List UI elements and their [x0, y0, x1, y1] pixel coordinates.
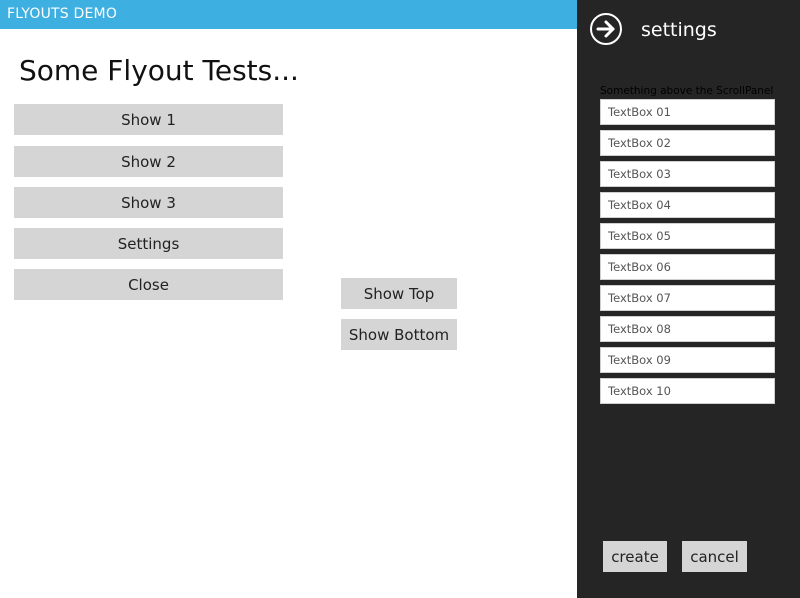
- textbox-10[interactable]: TextBox 10: [600, 378, 775, 404]
- textbox-09[interactable]: TextBox 09: [600, 347, 775, 373]
- show-bottom-button[interactable]: Show Bottom: [341, 319, 457, 350]
- cancel-button[interactable]: cancel: [682, 541, 747, 572]
- close-button[interactable]: Close: [14, 269, 283, 300]
- scroll-panel-caption: Something above the ScrollPanel: [600, 85, 774, 97]
- textbox-06[interactable]: TextBox 06: [600, 254, 775, 280]
- textbox-05[interactable]: TextBox 05: [600, 223, 775, 249]
- textbox-07[interactable]: TextBox 07: [600, 285, 775, 311]
- textbox-01[interactable]: TextBox 01: [600, 99, 775, 125]
- arrow-right-circle-icon: [596, 20, 615, 38]
- show-1-button[interactable]: Show 1: [14, 104, 283, 135]
- flyout-back-button[interactable]: [590, 13, 622, 45]
- textbox-03[interactable]: TextBox 03: [600, 161, 775, 187]
- show-top-button[interactable]: Show Top: [341, 278, 457, 309]
- textbox-08[interactable]: TextBox 08: [600, 316, 775, 342]
- settings-button[interactable]: Settings: [14, 228, 283, 259]
- app-window: FLYOUTS DEMO Some Flyout Tests... Show 1…: [0, 0, 800, 598]
- show-2-button[interactable]: Show 2: [14, 146, 283, 177]
- flyout-title: settings: [641, 19, 717, 41]
- create-button[interactable]: create: [603, 541, 667, 572]
- textbox-04[interactable]: TextBox 04: [600, 192, 775, 218]
- settings-flyout: settings Something above the ScrollPanel…: [577, 0, 800, 598]
- app-title: FLYOUTS DEMO: [7, 6, 118, 22]
- page-title: Some Flyout Tests...: [19, 54, 299, 87]
- show-3-button[interactable]: Show 3: [14, 187, 283, 218]
- textbox-02[interactable]: TextBox 02: [600, 130, 775, 156]
